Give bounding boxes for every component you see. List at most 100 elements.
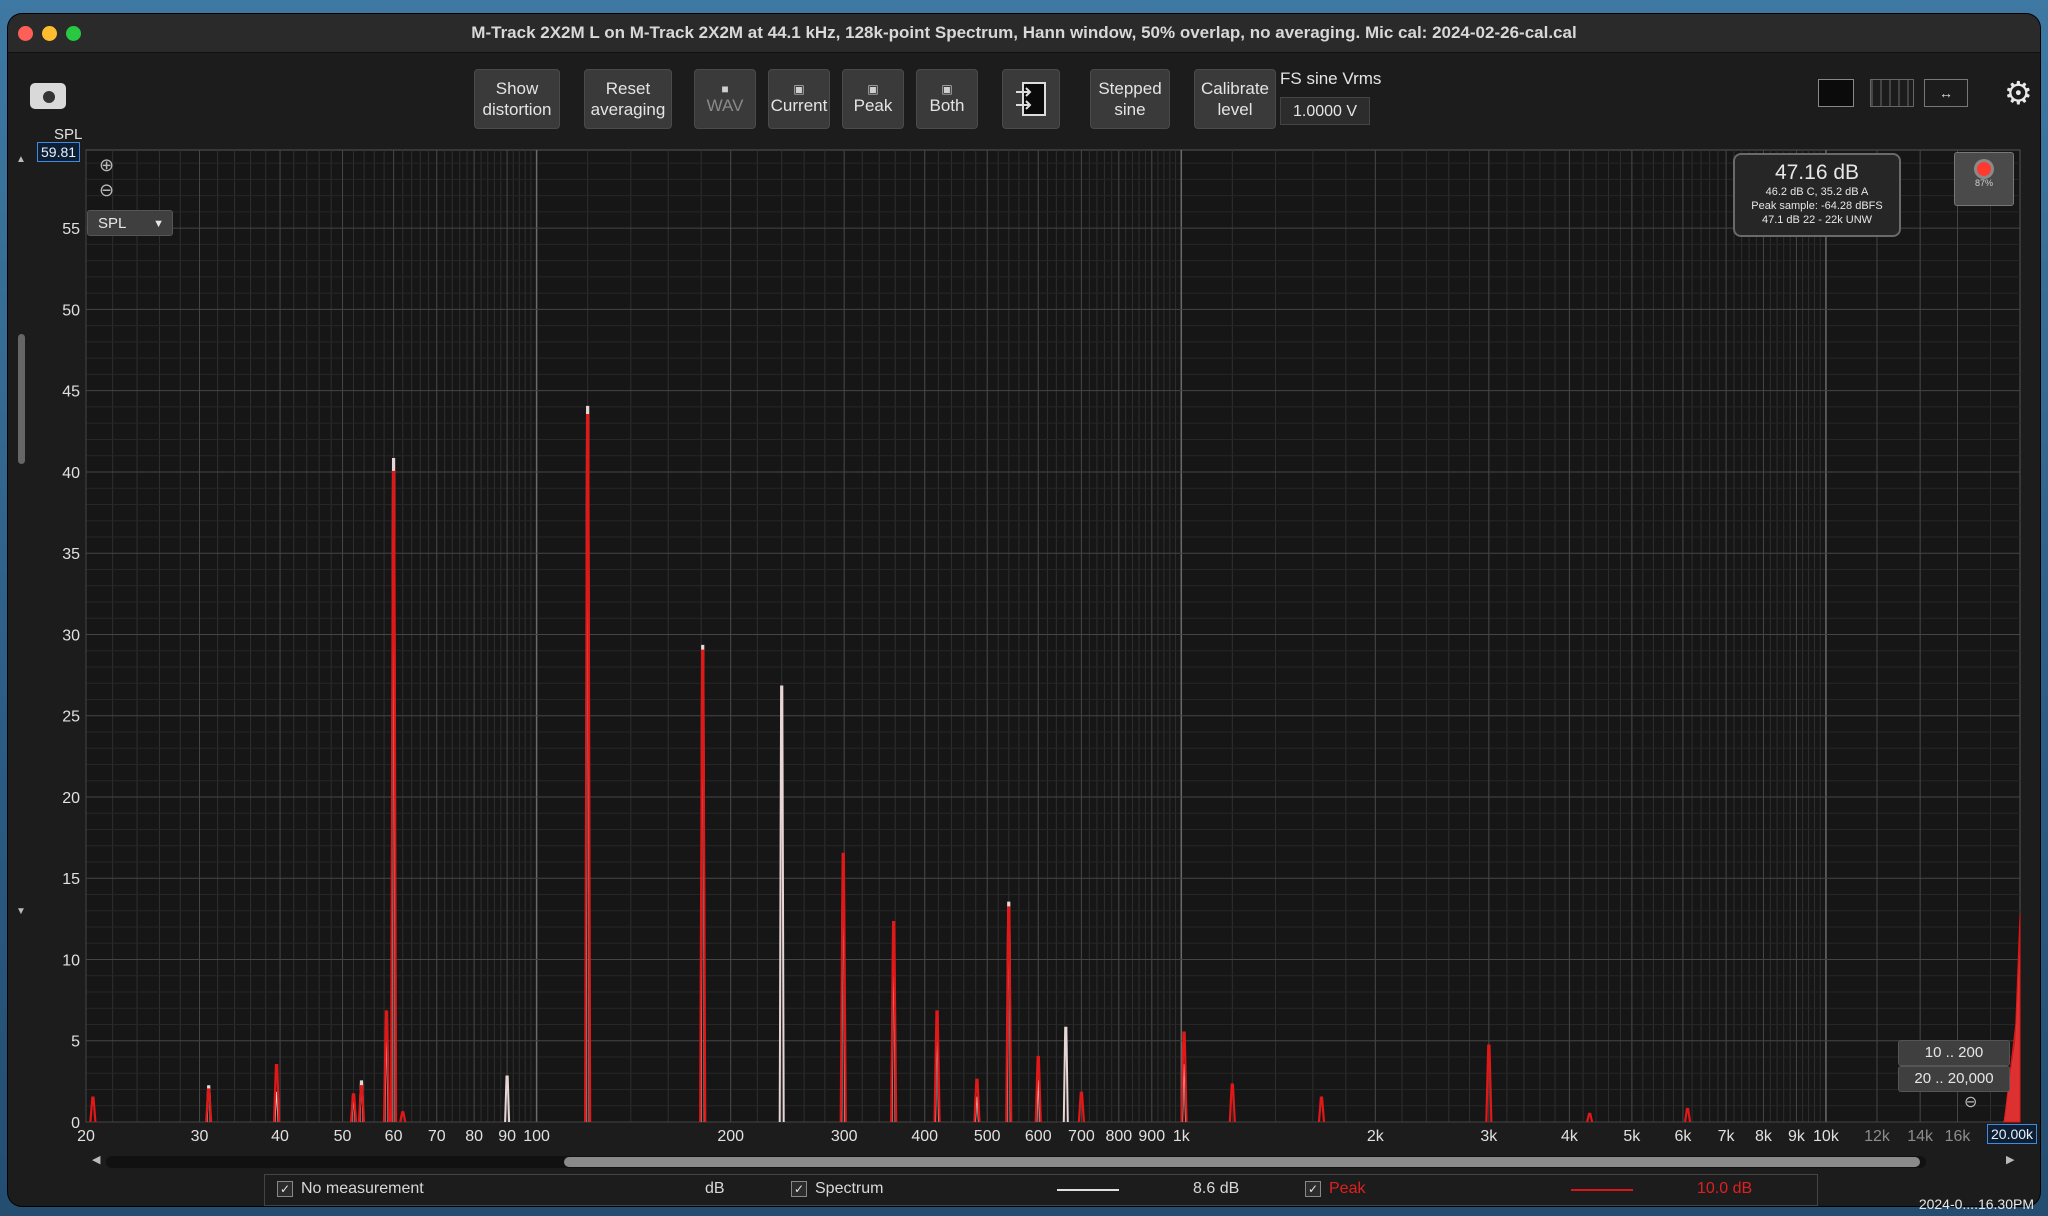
chart-grid <box>85 149 2021 1123</box>
unit-select-value: SPL <box>98 215 127 232</box>
save-icon: ▣ <box>941 81 953 96</box>
y-scrollbar-thumb[interactable] <box>18 334 25 464</box>
reset-averaging-label-2: averaging <box>590 100 666 119</box>
y-tick-label: 20 <box>62 790 80 807</box>
x-tick-label: 2k <box>1367 1128 1385 1145</box>
x-tick-label: 30 <box>191 1128 209 1145</box>
readout-weighted: 46.2 dB C, 35.2 dB A <box>1765 186 1869 198</box>
toolbar: Show distortion Reset averaging ■ WAV ▣ … <box>8 53 2040 148</box>
record-button[interactable]: 87% <box>1954 152 2014 206</box>
y-tick-label: 5 <box>71 1034 80 1051</box>
x-tick-label: 800 <box>1105 1128 1132 1145</box>
record-icon <box>1977 162 1991 176</box>
peak-legend-value: 10.0 dB <box>1697 1180 1753 1197</box>
spectrum-chart[interactable]: 0510152025303540455055 20 30 40 50 60 70 80 90 1… <box>8 148 2040 1148</box>
spectrum-legend-label: Spectrum <box>815 1180 884 1197</box>
x-tick-label: 5k <box>1623 1128 1641 1145</box>
window-title: M-Track 2X2M L on M-Track 2X2M at 44.1 k… <box>471 23 1577 42</box>
y-tick-label: 55 <box>62 221 80 238</box>
save-icon: ▣ <box>793 81 805 96</box>
show-distortion-button[interactable]: Show distortion <box>474 69 560 129</box>
x-tick-label: 90 <box>498 1128 516 1145</box>
current-label: Current <box>770 95 828 115</box>
peak-checkbox[interactable]: ✓ <box>1305 1181 1321 1197</box>
x-tick-label: 9k <box>1788 1128 1806 1145</box>
peak-legend-line <box>1571 1189 1633 1191</box>
reset-averaging-label-1: Reset <box>605 79 651 98</box>
scroll-up-icon[interactable]: ▲ <box>16 154 26 165</box>
scroll-right-icon[interactable]: ▶ <box>2006 1153 2014 1166</box>
x-tick-label: 7k <box>1718 1128 1736 1145</box>
save-peak-button[interactable]: ▣ Peak <box>842 69 904 129</box>
x-tick-label: 300 <box>831 1128 858 1145</box>
unit-select[interactable]: SPL ▼ <box>87 210 173 236</box>
wav-label: WAV <box>706 95 744 115</box>
record-percent: 87% <box>1974 178 1993 188</box>
y-tick-label: 45 <box>62 384 80 401</box>
x-scrollbar-thumb[interactable] <box>564 1157 1920 1167</box>
calibrate-level-button[interactable]: Calibrate level <box>1194 69 1276 129</box>
no-measurement-checkbox[interactable]: ✓ <box>277 1181 293 1197</box>
x-scrollbar[interactable] <box>106 1156 1926 1168</box>
x-tick-label: 80 <box>465 1128 483 1145</box>
x-tick-label: 10k <box>1813 1128 1840 1145</box>
x-tick-label: 100 <box>523 1128 550 1145</box>
x-tick-label: 700 <box>1068 1128 1095 1145</box>
zoom-out-icon[interactable]: ⊖ <box>99 181 114 199</box>
scroll-down-icon[interactable]: ▼ <box>16 906 26 917</box>
save-both-button[interactable]: ▣ Both <box>916 69 978 129</box>
gear-icon[interactable]: ⚙ <box>2004 77 2033 109</box>
zoom-in-icon[interactable]: ⊕ <box>99 156 114 174</box>
stepped-sine-label-1: Stepped <box>1098 79 1162 98</box>
fs-sine-vrms-label: FS sine Vrms <box>1280 69 1382 88</box>
y-scrollbar[interactable]: ▲ ▼ <box>16 154 26 917</box>
x-tick-label: 16k <box>1945 1128 1972 1145</box>
show-distortion-label-1: Show <box>495 79 539 98</box>
save-current-button[interactable]: ▣ Current <box>768 69 830 129</box>
input-select-button[interactable] <box>1002 69 1060 129</box>
legend-bar: ✓ No measurement dB ✓ Spectrum 8.6 dB ✓ … <box>264 1174 1818 1206</box>
scroll-left-icon[interactable]: ◀ <box>92 1153 100 1166</box>
fs-sine-vrms-input[interactable]: 1.0000 V <box>1280 97 1370 125</box>
readout-main: 47.16 dB <box>1774 161 1860 184</box>
fullscreen-arrows-icon[interactable]: ↔ <box>1924 79 1968 107</box>
camera-icon[interactable] <box>30 83 66 109</box>
x-tick-label: 600 <box>1025 1128 1052 1145</box>
spectrum-graph[interactable]: 0 5 10 15 20 25 30 35 40 45 50 55 20 30 40 50 60 70 80 90 1… <box>8 126 2040 1206</box>
y-tick-label: 30 <box>62 627 80 644</box>
range-20-20000-button[interactable]: 20 .. 20,000 <box>1898 1066 2010 1092</box>
stepped-sine-button[interactable]: Stepped sine <box>1090 69 1170 129</box>
x-axis-tick-labels: 20 30 40 50 60 70 80 90 100 200 300 400 500 600 700 800… <box>77 1128 1971 1145</box>
x-tick-label: 60 <box>385 1128 403 1145</box>
spectrum-legend-line <box>1057 1189 1119 1191</box>
x-axis-right-value[interactable]: 20.00k <box>1987 1124 2038 1144</box>
both-label: Both <box>929 95 965 115</box>
calibrate-level-label-2: level <box>1217 100 1253 119</box>
x-tick-label: 20 <box>77 1128 95 1145</box>
x-tick-label: 40 <box>271 1128 289 1145</box>
y-tick-label: 15 <box>62 871 80 888</box>
spectrum-checkbox[interactable]: ✓ <box>791 1181 807 1197</box>
x-tick-label: 70 <box>428 1128 446 1145</box>
reset-averaging-button[interactable]: Reset averaging <box>584 69 672 129</box>
chevron-down-icon: ▼ <box>153 218 164 230</box>
app-window: M-Track 2X2M L on M-Track 2X2M at 44.1 k… <box>8 14 2040 1206</box>
folder-icon: ■ <box>721 81 729 96</box>
x-tick-label: 8k <box>1755 1128 1773 1145</box>
calibrate-level-label-1: Calibrate <box>1200 79 1270 98</box>
zoom-out-icon[interactable]: ⊖ <box>1964 1094 1977 1112</box>
single-view-icon[interactable] <box>1818 79 1854 107</box>
status-clock: 2024-0....16.30PM <box>1918 1196 2034 1212</box>
x-tick-label: 1k <box>1173 1128 1191 1145</box>
y-axis-top-value[interactable]: 59.81 <box>37 142 81 162</box>
wav-button[interactable]: ■ WAV <box>694 69 756 129</box>
split-view-icon[interactable] <box>1870 79 1914 107</box>
peak-legend-label: Peak <box>1329 1180 1366 1197</box>
show-distortion-label-2: distortion <box>482 100 552 119</box>
x-tick-label: 500 <box>974 1128 1001 1145</box>
range-10-200-button[interactable]: 10 .. 200 <box>1898 1040 2010 1066</box>
readout-unweighted: 47.1 dB 22 - 22k UNW <box>1761 214 1873 226</box>
x-tick-label: 4k <box>1561 1128 1579 1145</box>
y-tick-label: 25 <box>62 709 80 726</box>
level-readout: 47.16 dB 46.2 dB C, 35.2 dB A Peak sampl… <box>1733 153 1901 237</box>
